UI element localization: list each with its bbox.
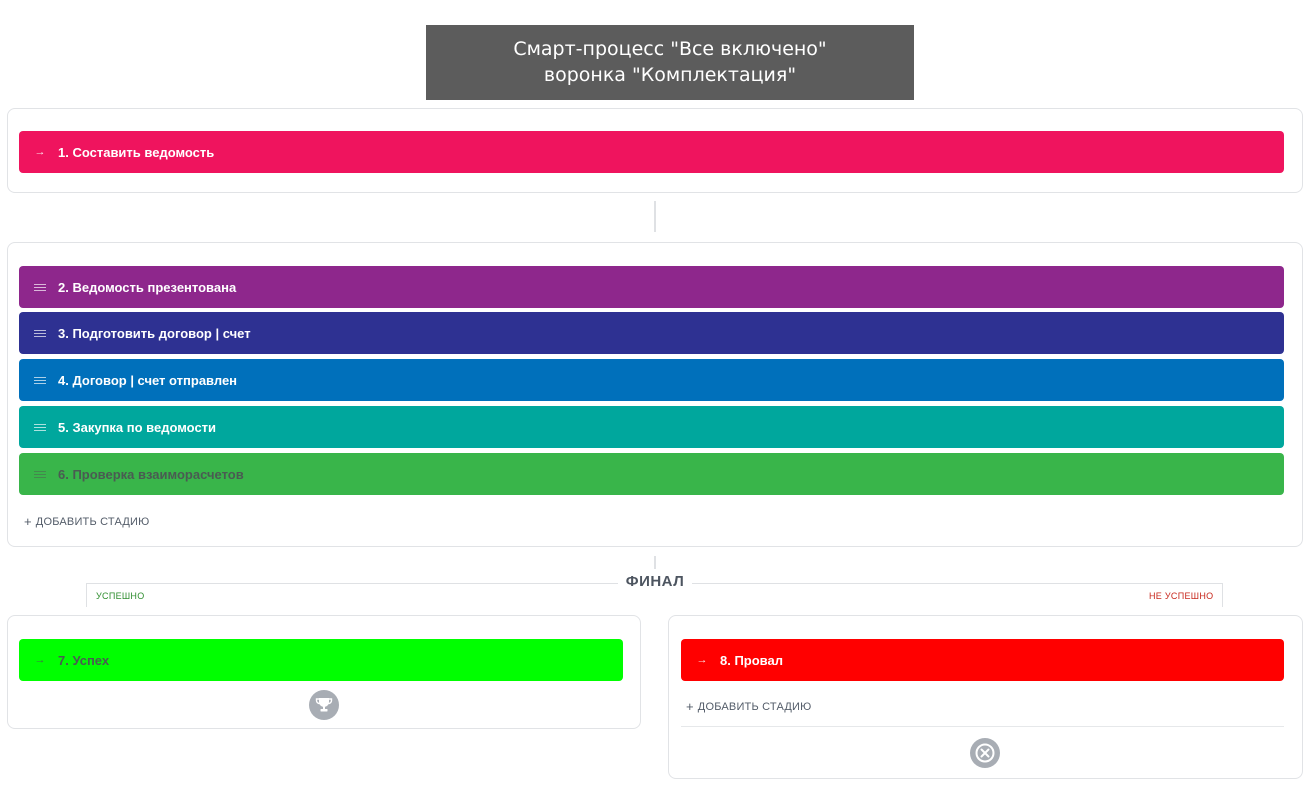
drag-handle-icon[interactable]: [33, 329, 47, 337]
add-stage-label[interactable]: ДОБАВИТЬ СТАДИЮ: [36, 516, 150, 528]
stage-8[interactable]: → 8. Провал: [681, 639, 1284, 681]
arrow-right-icon: →: [34, 146, 46, 158]
stage-label[interactable]: 3. Подготовить договор | счет: [58, 326, 251, 341]
add-fail-stage-button[interactable]: + ДОБАВИТЬ СТАДИЮ: [686, 699, 811, 714]
drag-handle-icon[interactable]: [33, 423, 47, 431]
connector-line: [654, 201, 656, 232]
funnel-title-line-1: Смарт-процесс "Все включено": [513, 38, 827, 60]
funnel-title: Смарт-процесс "Все включено" воронка "Ко…: [426, 25, 914, 100]
fail-tag: НЕ УСПЕШНО: [1149, 591, 1214, 601]
stage-label[interactable]: 8. Провал: [720, 653, 783, 668]
stage-6[interactable]: 6. Проверка взаиморасчетов: [19, 453, 1284, 495]
plus-icon: +: [24, 514, 32, 529]
stage-3[interactable]: 3. Подготовить договор | счет: [19, 312, 1284, 354]
stage-1[interactable]: → 1. Составить ведомость: [19, 131, 1284, 173]
drag-handle-icon[interactable]: [33, 470, 47, 478]
connector-line: [654, 556, 656, 569]
fail-panel-divider: [681, 726, 1284, 727]
plus-icon: +: [686, 699, 694, 714]
trophy-icon: [309, 690, 339, 720]
success-bracket: [86, 583, 620, 607]
arrow-right-icon: →: [696, 654, 708, 666]
stage-label[interactable]: 2. Ведомость презентована: [58, 280, 236, 295]
drag-handle-icon[interactable]: [33, 376, 47, 384]
add-stage-label[interactable]: ДОБАВИТЬ СТАДИЮ: [698, 701, 812, 713]
funnel-title-line-2: воронка "Комплектация": [543, 64, 797, 86]
stage-label[interactable]: 5. Закупка по ведомости: [58, 420, 216, 435]
success-tag: УСПЕШНО: [96, 591, 145, 601]
add-stage-button[interactable]: + ДОБАВИТЬ СТАДИЮ: [24, 514, 149, 529]
stage-7[interactable]: → 7. Успех: [19, 639, 623, 681]
arrow-right-icon: →: [34, 654, 46, 666]
stage-5[interactable]: 5. Закупка по ведомости: [19, 406, 1284, 448]
stage-2[interactable]: 2. Ведомость презентована: [19, 266, 1284, 308]
drag-handle-icon[interactable]: [33, 283, 47, 291]
stage-label[interactable]: 6. Проверка взаиморасчетов: [58, 467, 244, 482]
close-circle-icon: [970, 738, 1000, 768]
stage-4[interactable]: 4. Договор | счет отправлен: [19, 359, 1284, 401]
stage-label[interactable]: 1. Составить ведомость: [58, 145, 214, 160]
stage-label[interactable]: 7. Успех: [58, 653, 109, 668]
fail-bracket: [690, 583, 1223, 607]
final-heading: ФИНАЛ: [618, 573, 692, 590]
stage-label[interactable]: 4. Договор | счет отправлен: [58, 373, 237, 388]
